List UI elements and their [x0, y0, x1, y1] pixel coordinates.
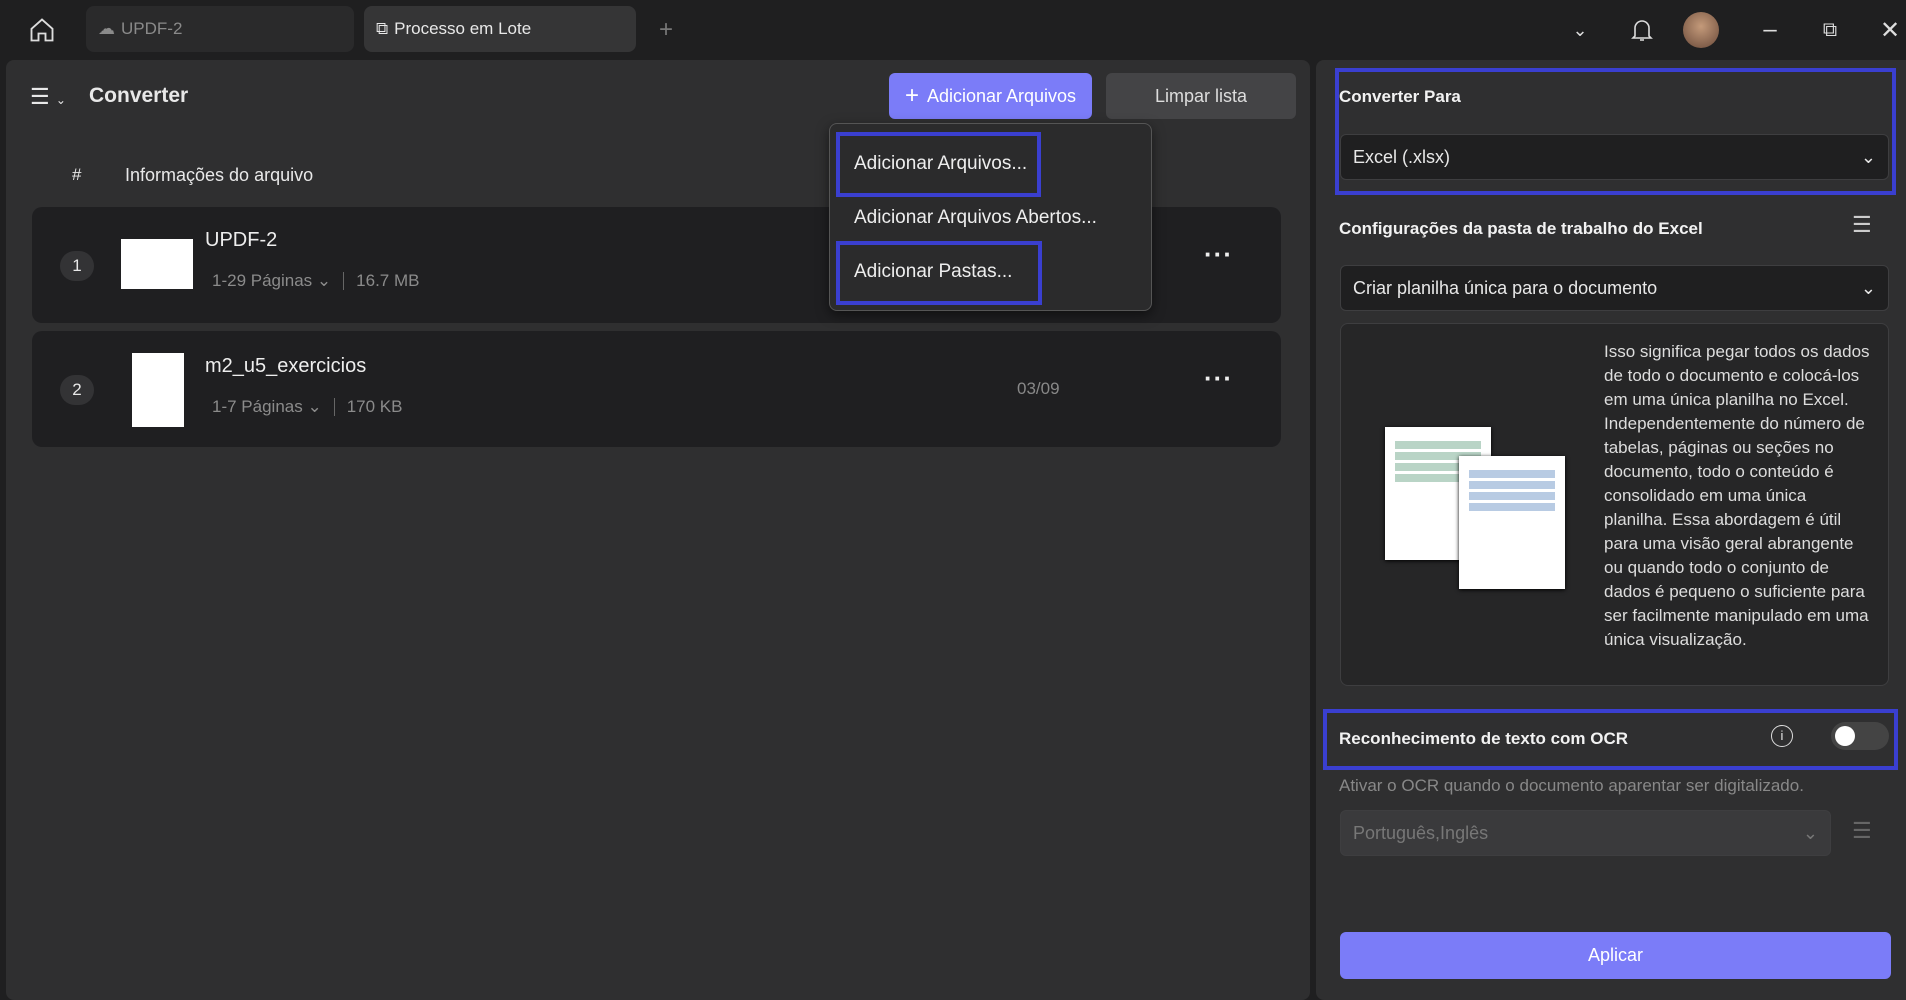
ocr-language-value: Português,Inglês — [1353, 822, 1489, 843]
ocr-settings-icon[interactable]: ☰ — [1852, 818, 1872, 844]
file-date: 03/09 — [1017, 379, 1060, 398]
tab-updf-2[interactable]: ☁ UPDF-2 — [86, 6, 354, 52]
more-options-icon[interactable]: ··· — [1204, 363, 1233, 394]
file-name: m2_u5_exercicios — [205, 355, 367, 377]
page-range-dropdown[interactable]: 1-29 Páginas ⌄ — [212, 271, 331, 291]
highlight-box — [836, 132, 1041, 197]
column-header-number: # — [72, 165, 82, 184]
file-size: 170 KB — [346, 397, 403, 416]
add-files-label: Adicionar Arquivos — [926, 85, 1077, 106]
more-options-icon[interactable]: ··· — [1204, 239, 1233, 270]
new-tab-icon[interactable]: + — [648, 12, 684, 48]
highlight-box — [836, 241, 1042, 305]
clear-list-button[interactable]: Limpar lista — [1106, 73, 1296, 119]
workbook-mode-value: Criar planilha única para o documento — [1353, 277, 1658, 298]
file-thumbnail — [132, 353, 184, 427]
divider — [333, 398, 335, 416]
apply-button[interactable]: Aplicar — [1340, 932, 1891, 979]
highlight-box — [1335, 68, 1896, 195]
highlight-box — [1323, 709, 1898, 770]
page-range: 1-29 Páginas — [212, 271, 313, 290]
batch-icon: ⧉ — [376, 19, 389, 38]
file-size: 16.7 MB — [356, 271, 420, 290]
chevron-down-icon: ⌄ — [1802, 822, 1818, 843]
home-icon[interactable] — [24, 12, 60, 48]
page-range-dropdown[interactable]: 1-7 Páginas ⌄ — [212, 397, 322, 417]
row-number: 2 — [60, 375, 94, 405]
description-box: Isso significa pegar todos os dados de t… — [1340, 323, 1889, 686]
description-text: Isso significa pegar todos os dados de t… — [1604, 342, 1870, 649]
settings-sliders-icon[interactable]: ☰ — [1852, 212, 1872, 238]
bell-icon[interactable] — [1624, 12, 1660, 48]
tab-label: UPDF-2 — [121, 19, 183, 38]
avatar[interactable] — [1683, 12, 1719, 48]
column-header-info: Informações do arquivo — [125, 165, 314, 185]
spreadsheet-illustration-2 — [1459, 456, 1565, 589]
file-name: UPDF-2 — [205, 229, 278, 251]
ocr-hint: Ativar o OCR quando o documento aparenta… — [1339, 776, 1804, 795]
tab-label: Processo em Lote — [394, 19, 532, 38]
plus-icon: + — [904, 82, 919, 109]
chevron-down-icon[interactable]: ⌄ — [1562, 12, 1598, 48]
close-icon[interactable]: ✕ — [1872, 12, 1906, 48]
minimize-icon[interactable]: – — [1752, 12, 1788, 48]
cloud-icon: ☁ — [98, 19, 115, 38]
page-range: 1-7 Páginas — [212, 397, 303, 416]
file-thumbnail — [121, 239, 193, 289]
restore-icon[interactable]: ⧉ — [1812, 12, 1848, 48]
chevron-down-icon: ⌄ — [1860, 277, 1876, 298]
workbook-mode-select[interactable]: Criar planilha única para o documento ⌄ — [1340, 265, 1889, 311]
add-files-button[interactable]: + Adicionar Arquivos — [889, 73, 1092, 119]
menu-item-add-open-files[interactable]: Adicionar Arquivos Abertos... — [854, 207, 1097, 229]
menu-icon[interactable]: ☰ ⌄ — [30, 84, 66, 110]
divider — [343, 272, 345, 290]
ocr-language-select[interactable]: Português,Inglês ⌄ — [1340, 810, 1831, 856]
page-title: Converter — [89, 84, 189, 107]
file-row[interactable]: 2 m2_u5_exercicios 1-7 Páginas ⌄ 170 KB 0… — [32, 331, 1281, 447]
workbook-settings-label: Configurações da pasta de trabalho do Ex… — [1339, 219, 1703, 238]
row-number: 1 — [60, 251, 94, 281]
tab-batch[interactable]: ⧉ Processo em Lote — [364, 6, 636, 52]
